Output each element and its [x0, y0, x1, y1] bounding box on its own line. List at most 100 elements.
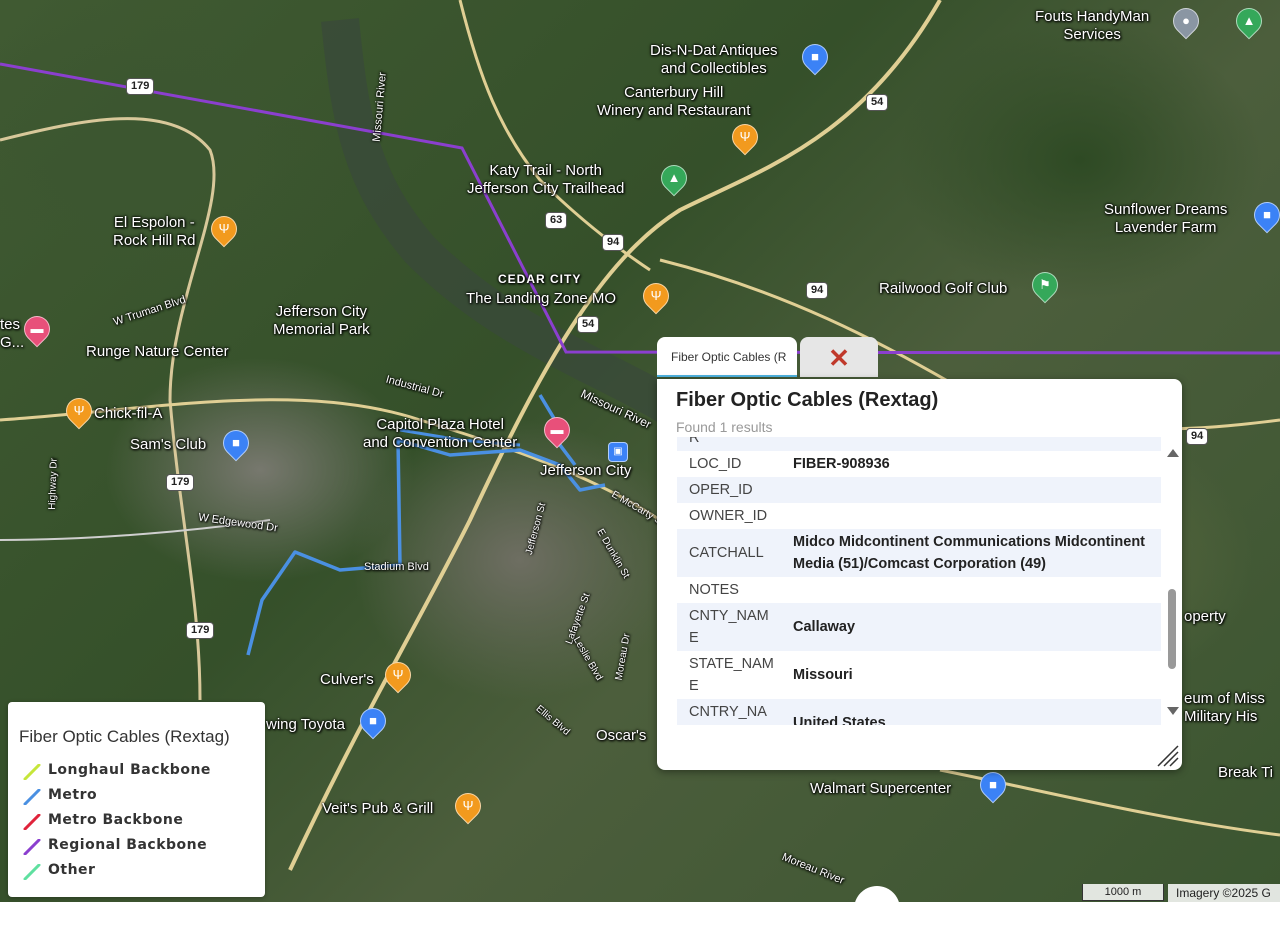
route-shield: 179 [186, 622, 215, 639]
attribute-key: R [677, 437, 781, 451]
close-icon: ✕ [828, 343, 850, 373]
place-label: tes G... [0, 316, 25, 351]
attribute-value [781, 477, 1161, 503]
place-label: Break Ti [1218, 764, 1274, 781]
route-shield: 54 [866, 94, 889, 111]
legend-swatch-icon [23, 814, 41, 830]
place-label: Fouts HandyMan Services [1035, 8, 1150, 43]
place-label: Culver's [320, 671, 374, 688]
place-label: Runge Nature Center [86, 343, 229, 360]
attribute-row: NOTES [677, 577, 1161, 603]
place-label: Sunflower Dreams Lavender Farm [1104, 201, 1228, 236]
attribute-key: CNTRY_NAME [677, 699, 781, 725]
attribute-key: OPER_ID [677, 477, 781, 503]
place-label: eum of Miss Military His [1184, 690, 1265, 725]
route-shield: 94 [806, 282, 829, 299]
golf-icon: ⚑ [1039, 277, 1051, 292]
legend-item-label: Longhaul Backbone [48, 762, 211, 778]
attribute-value: Missouri [793, 667, 853, 683]
attribute-row: OPER_ID [677, 477, 1161, 503]
place-label: The Landing Zone MO [466, 290, 617, 307]
route-shield: 94 [602, 234, 625, 251]
map-legend: Fiber Optic Cables (Rextag) Longhaul Bac… [8, 702, 265, 897]
scale-bar: 1000 m [1082, 884, 1164, 901]
legend-item-label: Metro [48, 787, 98, 803]
place-label: Dis-N-Dat Antiques and Collectibles [650, 42, 778, 77]
popup-result-count: Found 1 results [676, 419, 773, 435]
scroll-thumb[interactable] [1168, 589, 1176, 669]
attribute-key: OWNER_ID [689, 508, 768, 524]
map-control-button[interactable] [854, 886, 900, 932]
restaurant-icon: Ψ [650, 288, 662, 303]
attribute-value [781, 503, 1161, 529]
route-shield: 179 [126, 78, 155, 95]
place-label: Sam's Club [130, 436, 207, 453]
place-label: El Espolon - Rock Hill Rd [113, 214, 196, 249]
restaurant-icon: Ψ [739, 129, 751, 144]
attribute-value: Callaway [781, 603, 1161, 651]
popup-scrollbar[interactable] [1164, 445, 1179, 715]
attribute-row: CNTY_NAME Callaway [677, 603, 1161, 651]
attribute-value: United States [781, 699, 1161, 725]
transit-icon[interactable]: ▣ [608, 442, 628, 462]
place-label: CEDAR CITY [498, 272, 582, 286]
attribute-table[interactable]: R LOC_ID FIBER-908936 OPER_ID OWNER_ID CATCHA… [677, 437, 1161, 725]
legend-swatch-icon [23, 789, 41, 805]
route-shield: 63 [545, 212, 568, 229]
shopping-bag-icon: ■ [811, 49, 819, 64]
car-dealer-icon: ■ [369, 713, 377, 728]
place-label: operty [1184, 608, 1226, 625]
place-label: Canterbury Hill Winery and Restaurant [597, 84, 751, 119]
legend-swatch-icon [23, 839, 41, 855]
feature-info-popup: Fiber Optic Cables (Rextag) Found 1 resu… [657, 379, 1182, 770]
attribute-row: OWNER_ID [677, 503, 1161, 529]
popup-close-button[interactable]: ✕ [800, 337, 878, 377]
shopping-cart-icon: ■ [1263, 207, 1271, 222]
legend-item-label: Regional Backbone [48, 837, 208, 853]
road-label: Stadium Blvd [364, 561, 429, 573]
restaurant-icon: Ψ [392, 667, 404, 682]
attribute-row: STATE_NAME Missouri [677, 651, 1161, 699]
imagery-attribution: Imagery ©2025 G [1168, 884, 1280, 902]
legend-item-label: Other [48, 862, 96, 878]
place-label: Railwood Golf Club [879, 280, 1008, 297]
shopping-cart-icon: ■ [232, 435, 240, 450]
popup-title: Fiber Optic Cables (Rextag) [676, 389, 939, 411]
attribute-value: FIBER-908936 [793, 456, 890, 472]
attribute-key: LOC_ID [689, 456, 742, 472]
shopping-cart-icon: ■ [989, 777, 997, 792]
attribute-key: CATCHALL [677, 529, 781, 577]
popup-tab-fiber[interactable]: Fiber Optic Cables (R [657, 337, 797, 377]
attribute-value [781, 577, 1161, 603]
place-label: Veit's Pub & Grill [322, 800, 434, 817]
attribute-row: R [677, 437, 1161, 451]
restaurant-icon: Ψ [462, 798, 474, 813]
scroll-down-arrow-icon[interactable] [1167, 707, 1179, 715]
restaurant-icon: Ψ [218, 221, 230, 236]
hotel-icon: ▬ [550, 422, 564, 437]
restaurant-icon: Ψ [73, 403, 85, 418]
place-label: wing Toyota [266, 716, 345, 733]
missouri-river [321, 18, 714, 444]
hotel-icon: ▬ [30, 321, 44, 336]
attribute-value [781, 437, 1161, 451]
attribute-row: CATCHALL Midco Midcontinent Communication… [677, 529, 1161, 577]
tree-icon: ▲ [667, 170, 681, 185]
road-label: Highway Dr [46, 457, 60, 511]
place-label: Oscar's [596, 727, 647, 744]
attribute-key: CNTY_NAME [677, 603, 781, 651]
attribute-row: CNTRY_NAMEUnited States [677, 699, 1161, 725]
location-icon: ● [1182, 13, 1190, 28]
legend-swatch-icon [23, 764, 41, 780]
park-icon: ▲ [1242, 12, 1256, 28]
legend-title: Fiber Optic Cables (Rextag) [19, 727, 230, 746]
place-label: Jefferson City Memorial Park [273, 303, 370, 338]
attribute-key: NOTES [689, 582, 739, 598]
route-shield: 94 [1186, 428, 1209, 445]
route-shield: 54 [577, 316, 600, 333]
road-63 [458, 0, 651, 272]
resize-grip-icon[interactable] [1154, 742, 1180, 768]
place-label: Jefferson City [540, 462, 632, 479]
place-label: Walmart Supercenter [810, 780, 952, 797]
scroll-up-arrow-icon[interactable] [1167, 449, 1179, 457]
